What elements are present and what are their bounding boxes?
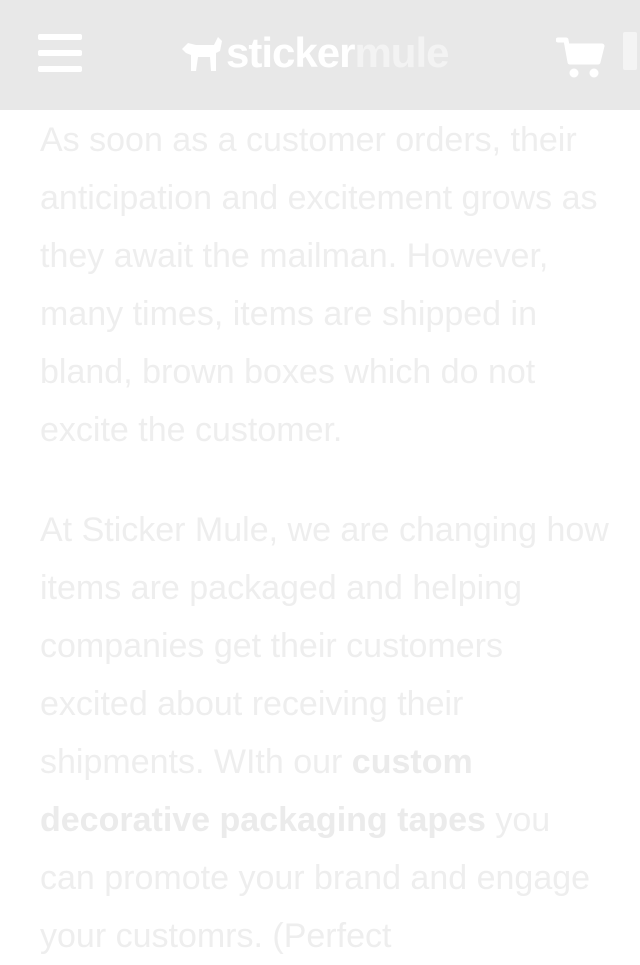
mule-icon: [182, 37, 222, 71]
logo-text-mule: mule: [354, 29, 449, 76]
article-paragraph-2: At Sticker Mule, we are changing how ite…: [40, 501, 610, 965]
sticker-mule-logo[interactable]: sticker mule: [180, 28, 449, 78]
logo-text-sticker: sticker: [226, 29, 355, 76]
site-header: sticker mule: [0, 0, 640, 110]
article-paragraph-1: As soon as a customer orders, their anti…: [40, 121, 598, 449]
hamburger-menu-icon[interactable]: [38, 34, 82, 74]
shopping-cart-icon[interactable]: [555, 36, 606, 80]
menu-bar-bottom: [38, 66, 82, 72]
article-content: As soon as a customer orders, their anti…: [40, 110, 610, 965]
menu-bar-top: [38, 34, 82, 40]
header-edge-element: [623, 32, 637, 70]
menu-bar-middle: [38, 50, 82, 56]
paragraph-2-start: At Sticker Mule, we are changing how ite…: [40, 511, 609, 781]
cart-glyph: [555, 37, 605, 78]
